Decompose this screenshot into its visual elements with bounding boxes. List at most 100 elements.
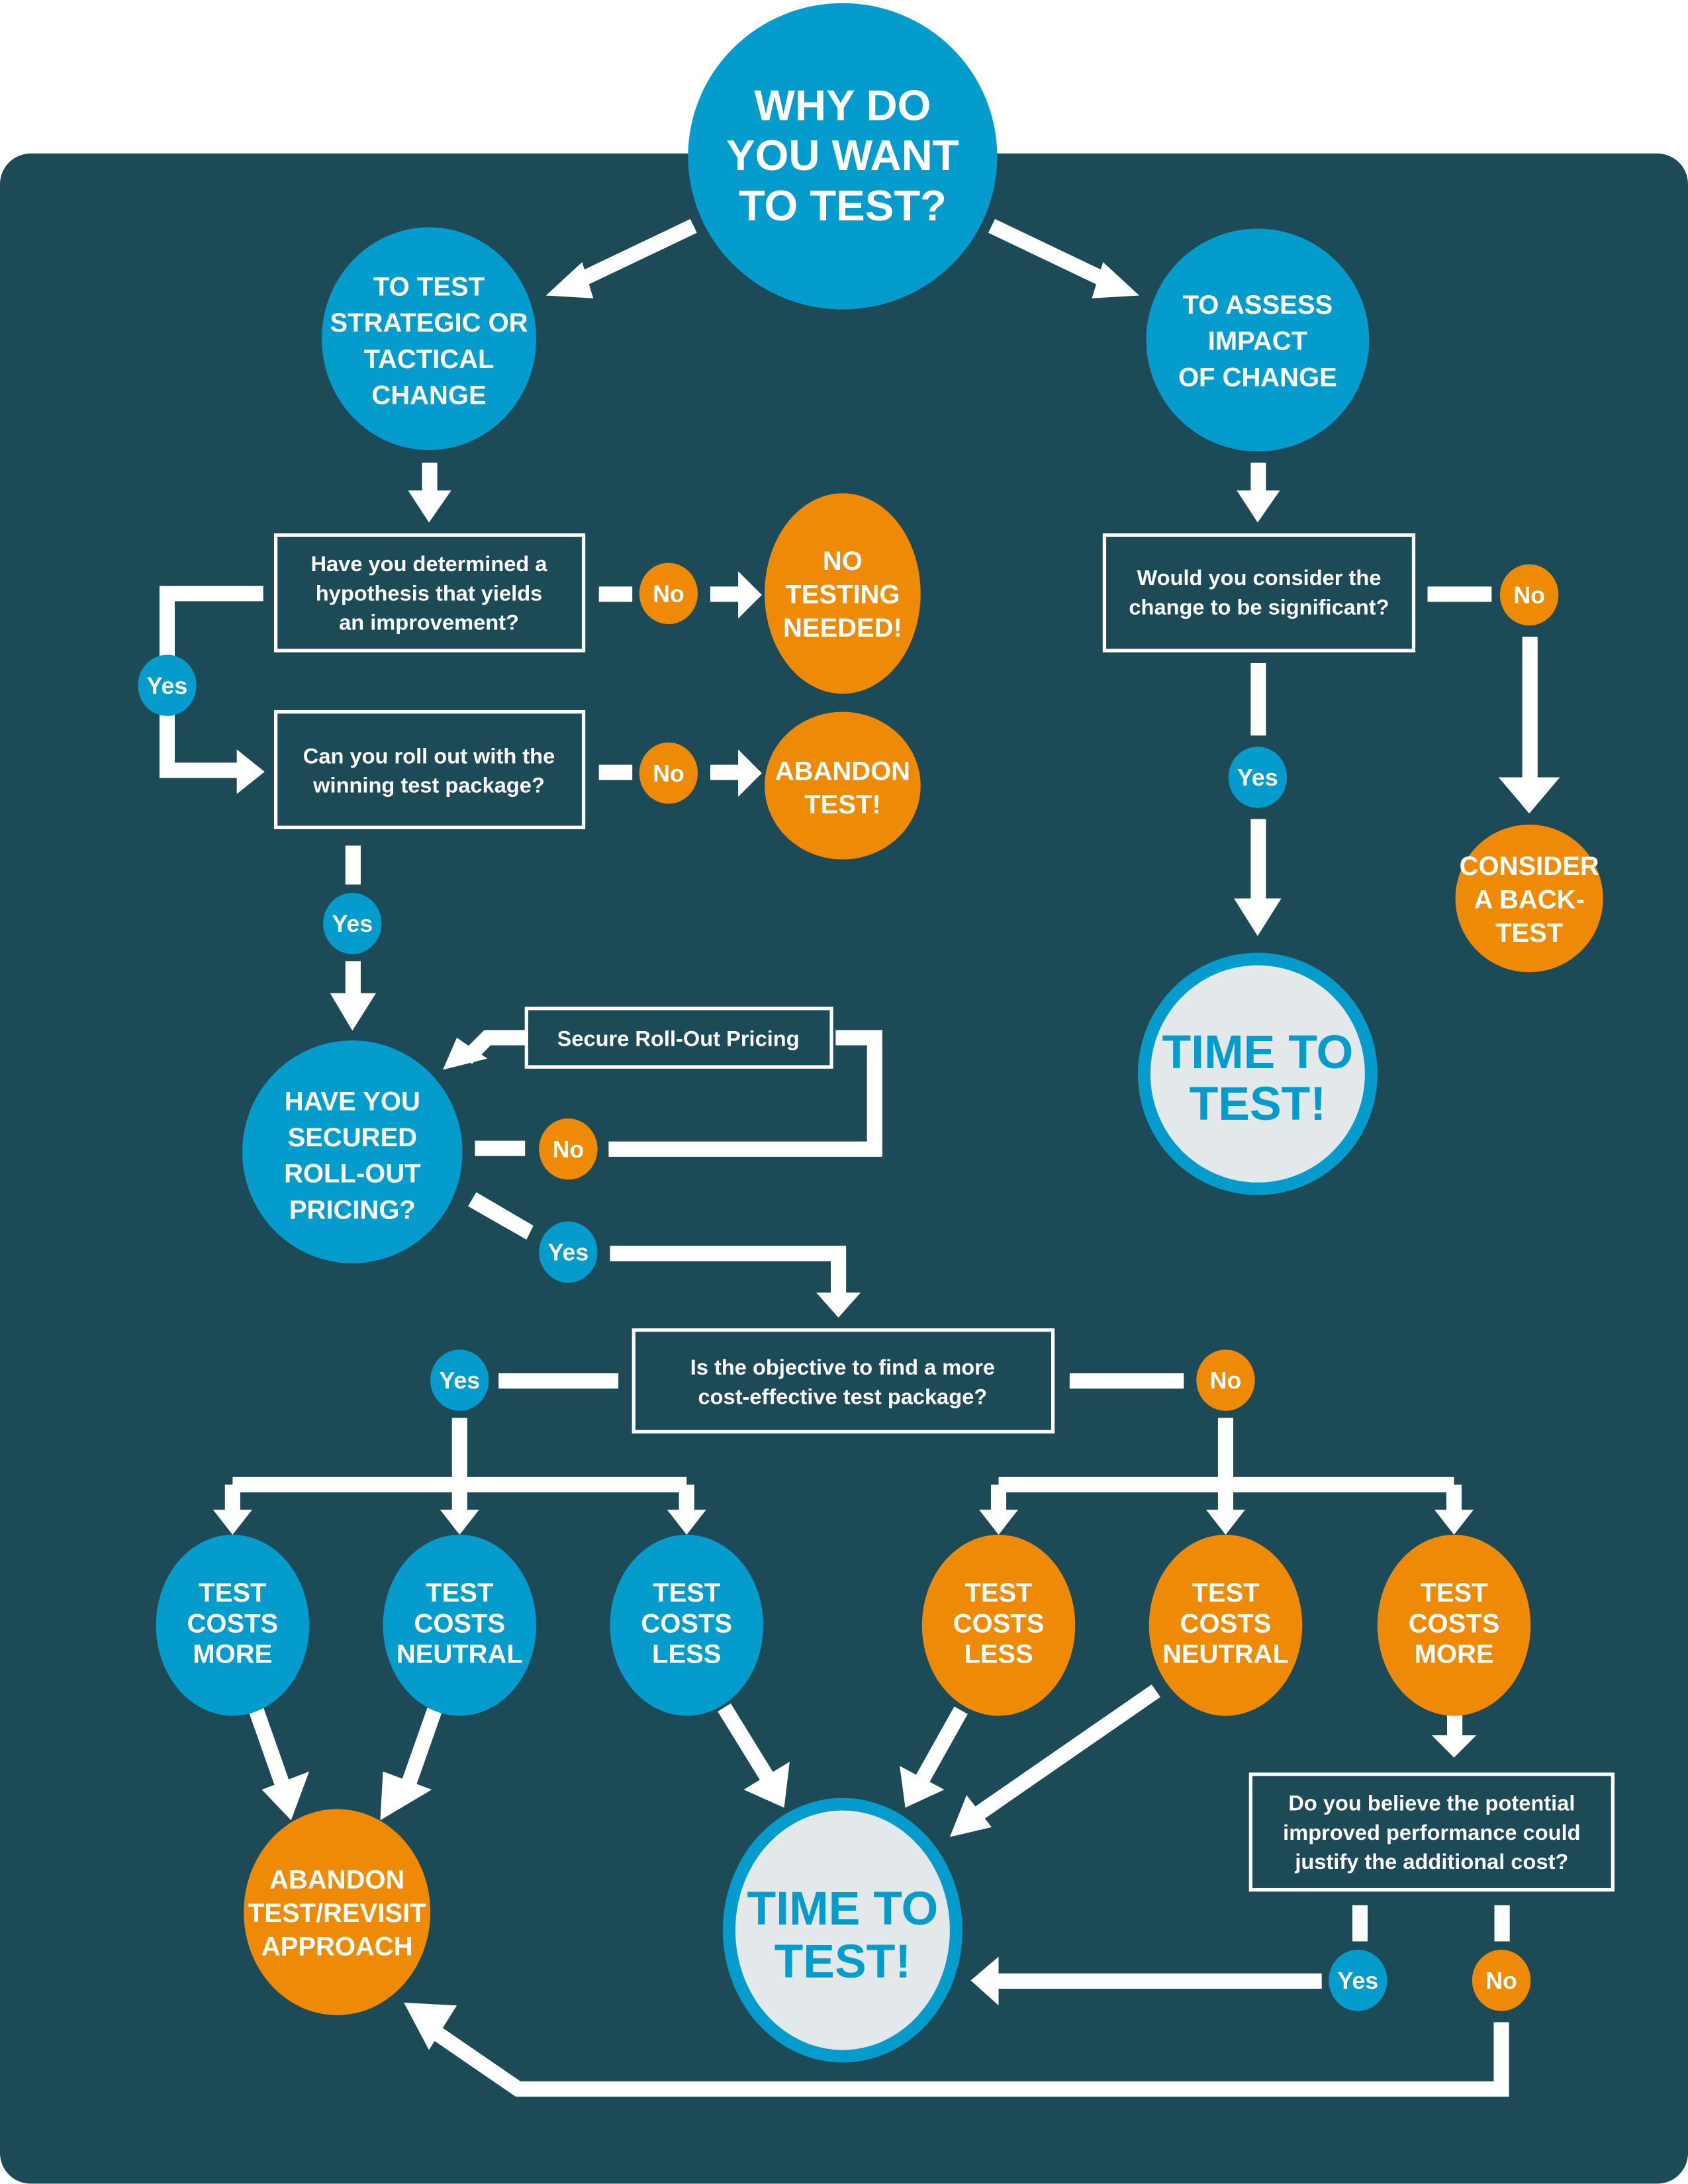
- outcome-line: COSTS: [641, 1609, 732, 1638]
- question-rollout: Can you roll out with the winning test p…: [273, 709, 586, 829]
- outcome-line: NEUTRAL: [397, 1640, 523, 1669]
- start-line-1: WHY DO: [754, 81, 931, 129]
- question-line: hypothesis that yields: [316, 580, 542, 605]
- outcome-blue-more: TEST COSTS MORE: [156, 1535, 310, 1716]
- question-line: cost-effective test package?: [698, 1384, 988, 1408]
- outcome-line: TEST/REVISIT: [248, 1899, 426, 1928]
- no-label: No: [553, 1136, 585, 1163]
- outcome-line: LESS: [652, 1640, 721, 1669]
- connector: [710, 586, 741, 602]
- branch-left-line: STRATEGIC OR: [330, 308, 528, 338]
- connector: [1494, 1905, 1510, 1942]
- branch-left-line: TO TEST: [373, 273, 485, 302]
- connector: [598, 586, 633, 602]
- connector: [1250, 819, 1266, 900]
- branch-circle: [322, 227, 537, 451]
- connector: [1427, 586, 1492, 602]
- connector: [598, 764, 633, 780]
- outcome-line: TEST: [1192, 1578, 1259, 1608]
- question-hypothesis: Have you determined a hypothesis that yi…: [273, 533, 586, 653]
- start-line-3: TO TEST?: [739, 181, 947, 230]
- yes-label: Yes: [147, 672, 188, 699]
- question-line: change to be significant?: [1129, 594, 1389, 619]
- connector: [1352, 1905, 1368, 1942]
- yes-label: Yes: [439, 1367, 480, 1394]
- question-line: Is the objective to find a more: [690, 1355, 995, 1379]
- question-line: HAVE YOU: [285, 1087, 420, 1116]
- outcome-line: ABANDON: [775, 757, 910, 786]
- outcome-line: COSTS: [414, 1609, 505, 1638]
- branch-strategic-change: TO TEST STRATEGIC OR TACTICAL CHANGE: [322, 227, 537, 451]
- no-label: No: [1513, 582, 1545, 609]
- question-line: an improvement?: [339, 610, 519, 634]
- connector: [1522, 637, 1538, 779]
- outcome-line: TEST: [1495, 919, 1563, 948]
- outcome-line: TEST!: [1190, 1077, 1327, 1130]
- question-box: [1102, 533, 1416, 653]
- outcome-orange-less: TEST COSTS LESS: [921, 1535, 1076, 1716]
- yes-label: Yes: [332, 911, 373, 937]
- outcome-line: APPROACH: [261, 1932, 413, 1961]
- secure-pricing-step: Secure Roll-Out Pricing: [524, 1007, 833, 1069]
- connector: [345, 961, 361, 996]
- connector: [475, 1140, 526, 1156]
- outcome-line: TIME TO: [747, 1882, 939, 1935]
- start-line-2: YOU WANT: [726, 131, 959, 179]
- outcome-line: NEUTRAL: [1162, 1640, 1289, 1669]
- question-line: Do you believe the potential: [1288, 1791, 1575, 1815]
- question-line: winning test package?: [312, 773, 545, 797]
- branch-right-line: OF CHANGE: [1178, 363, 1337, 392]
- connector: [422, 463, 438, 494]
- connector: [345, 845, 361, 885]
- outcome-line: MORE: [193, 1640, 272, 1669]
- outcome-line: TEST: [426, 1578, 493, 1608]
- outcome-line: MORE: [1415, 1640, 1494, 1669]
- no-label: No: [653, 760, 684, 787]
- flowchart: WHY DO YOU WANT TO TEST? TO TEST STRATEG…: [0, 3, 1688, 2184]
- question-secured-pricing: HAVE YOU SECURED ROLL-OUT PRICING?: [242, 1040, 463, 1263]
- outcome-line: TEST: [653, 1578, 720, 1608]
- outcome-line: TEST!: [804, 790, 880, 819]
- yes-label: Yes: [1237, 764, 1278, 791]
- no-label: No: [1210, 1367, 1242, 1394]
- outcome-orange-neutral: TEST COSTS NEUTRAL: [1149, 1535, 1303, 1716]
- branch-right-line: IMPACT: [1208, 327, 1307, 356]
- yes-label: Yes: [1338, 1968, 1379, 1994]
- outcome-line: LESS: [964, 1640, 1033, 1669]
- question-line: Have you determined a: [311, 551, 548, 576]
- outcome-line: COSTS: [953, 1609, 1045, 1638]
- question-line: justify the additional cost?: [1294, 1849, 1568, 1874]
- yes-label: Yes: [548, 1240, 589, 1266]
- question-line: SECURED: [288, 1123, 417, 1152]
- no-label: No: [1485, 1968, 1517, 1994]
- outcome-line: ABANDON: [269, 1865, 404, 1894]
- outcome-line: NEEDED!: [783, 614, 902, 643]
- outcome-line: CONSIDER: [1460, 852, 1599, 881]
- question-box: [273, 709, 586, 829]
- outcome-time-to-test-2: TIME TO TEST!: [722, 1797, 962, 2063]
- action-label: Secure Roll-Out Pricing: [557, 1026, 800, 1051]
- outcome-orange-more: TEST COSTS MORE: [1377, 1535, 1531, 1716]
- branch-left-line: CHANGE: [371, 381, 486, 410]
- outcome-line: A BACK-: [1474, 885, 1585, 914]
- question-line: Can you roll out with the: [303, 743, 555, 768]
- outcome-blue-less: TEST COSTS LESS: [610, 1535, 763, 1716]
- connector: [498, 1373, 619, 1389]
- outcome-line: COSTS: [187, 1609, 279, 1638]
- outcome-abandon-revisit: ABANDON TEST/REVISIT APPROACH: [244, 1809, 431, 2015]
- connector: [996, 1973, 1322, 1989]
- branch-assess-impact: TO ASSESS IMPACT OF CHANGE: [1146, 228, 1370, 452]
- question-significant: Would you consider the change to be sign…: [1102, 533, 1416, 653]
- outcome-line: COSTS: [1180, 1609, 1272, 1638]
- branch-right-line: TO ASSESS: [1183, 291, 1333, 320]
- question-box: [632, 1328, 1055, 1433]
- connector: [1250, 463, 1266, 494]
- question-line: ROLL-OUT: [284, 1160, 420, 1189]
- outcome-blue-neutral: TEST COSTS NEUTRAL: [383, 1535, 537, 1716]
- outcome-line: TEST: [1420, 1578, 1487, 1608]
- outcome-consider-backtest: CONSIDER A BACK- TEST: [1455, 825, 1603, 973]
- connector: [1447, 1713, 1463, 1739]
- connector: [710, 764, 741, 780]
- question-objective: Is the objective to find a more cost-eff…: [632, 1328, 1055, 1433]
- no-label: No: [653, 580, 684, 607]
